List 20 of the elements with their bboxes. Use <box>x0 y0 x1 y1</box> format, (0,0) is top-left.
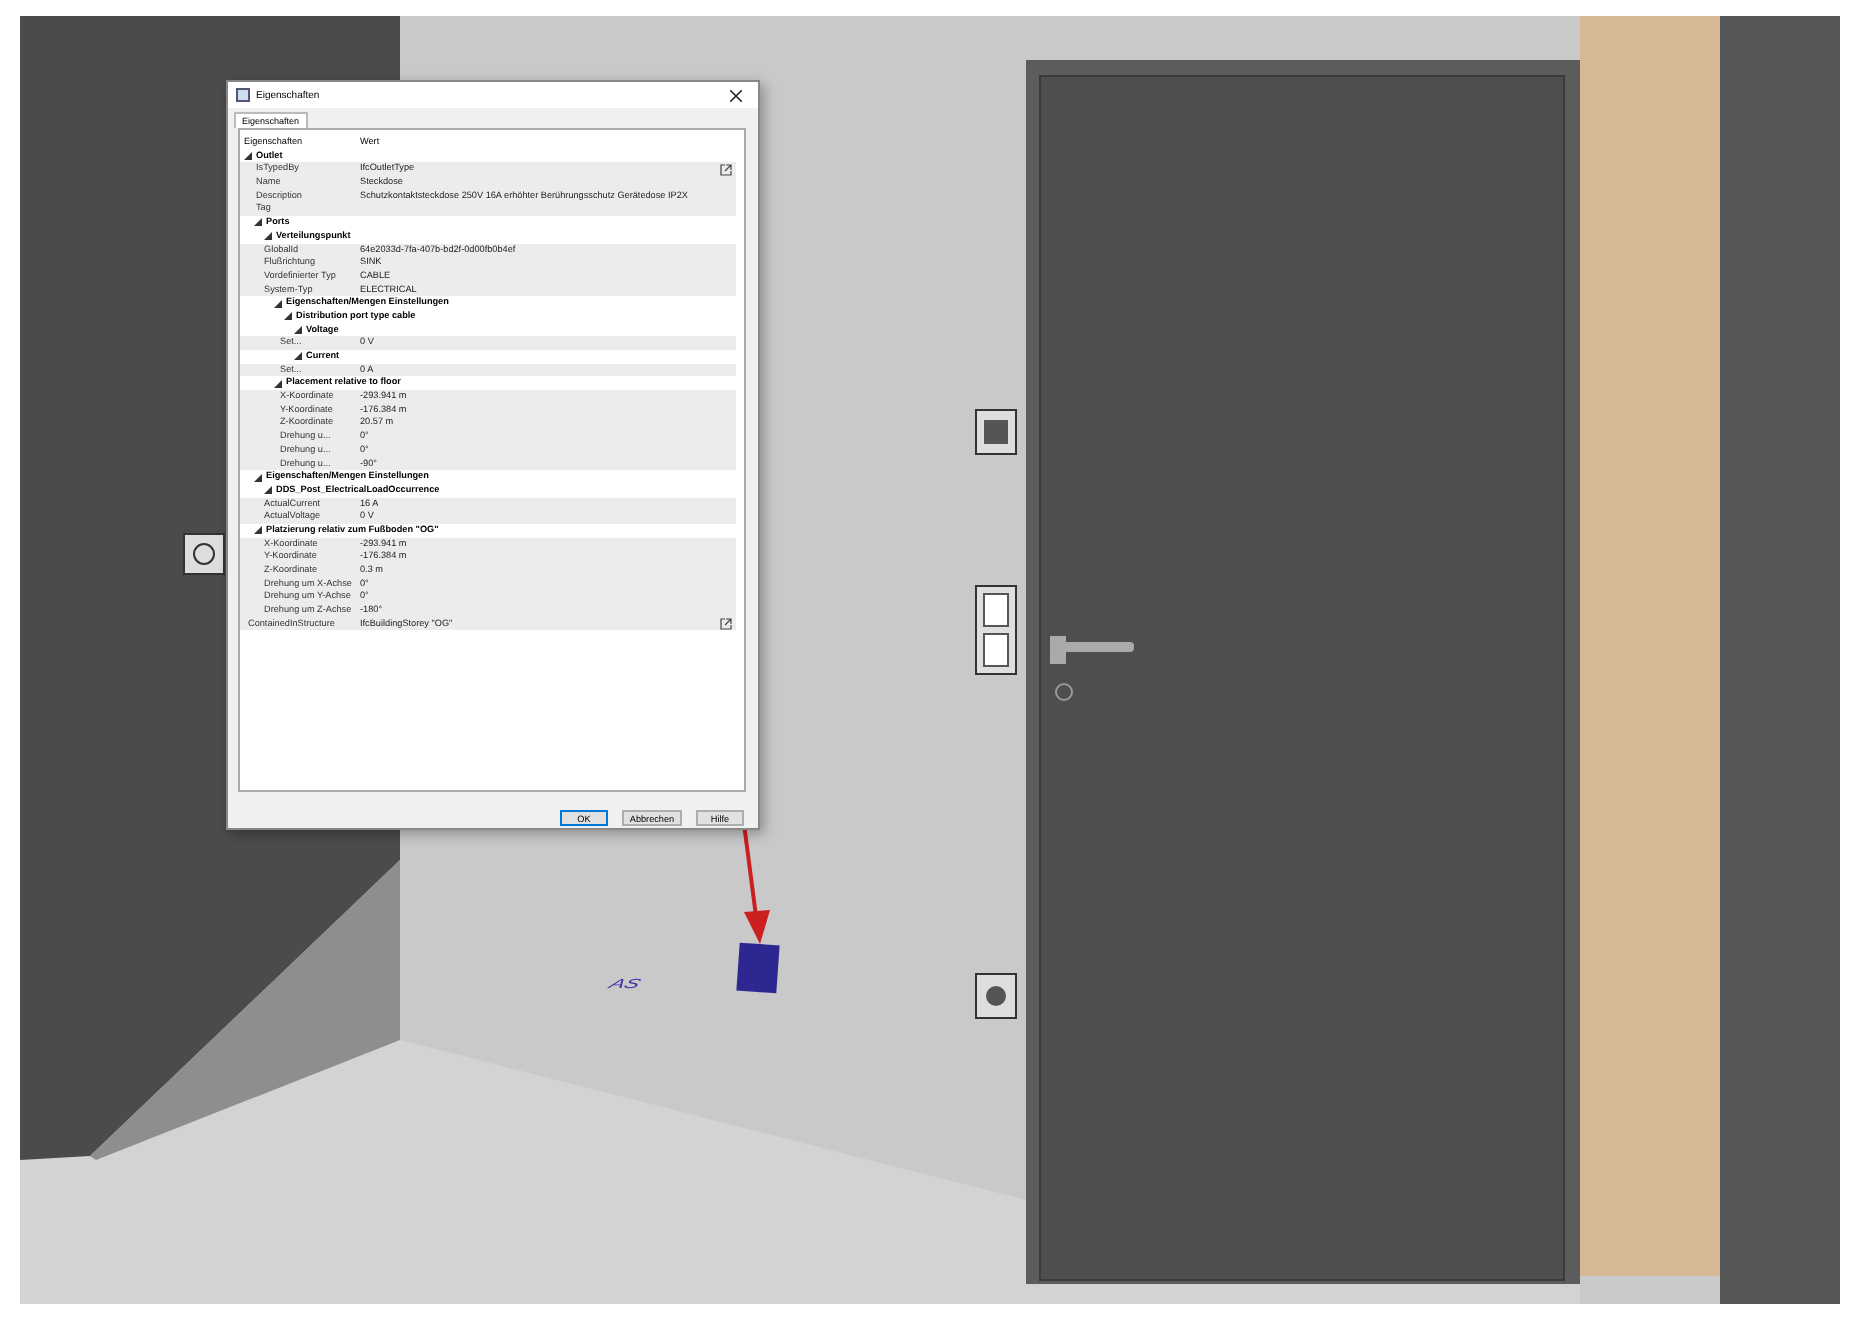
external-link-icon[interactable] <box>720 163 732 176</box>
expander-icon[interactable] <box>294 325 302 334</box>
expander-icon[interactable] <box>274 379 282 388</box>
outlet-icon <box>183 533 225 575</box>
switch-icon <box>975 585 1017 675</box>
expander-icon[interactable] <box>254 473 262 482</box>
outlet-icon <box>975 973 1017 1019</box>
expander-icon[interactable] <box>244 152 252 161</box>
expander-icon[interactable] <box>264 486 272 495</box>
expander-icon[interactable] <box>284 312 292 321</box>
expander-icon[interactable] <box>254 218 262 227</box>
window-icon <box>236 88 250 102</box>
external-link-icon[interactable] <box>720 618 732 631</box>
outlet-marker <box>736 942 780 994</box>
expander-icon[interactable] <box>274 299 282 308</box>
outlet-icon <box>975 409 1017 455</box>
door-handle-icon <box>1050 636 1134 701</box>
expander-icon[interactable] <box>264 232 272 241</box>
expander-icon[interactable] <box>294 352 302 361</box>
expander-icon[interactable] <box>254 526 262 535</box>
